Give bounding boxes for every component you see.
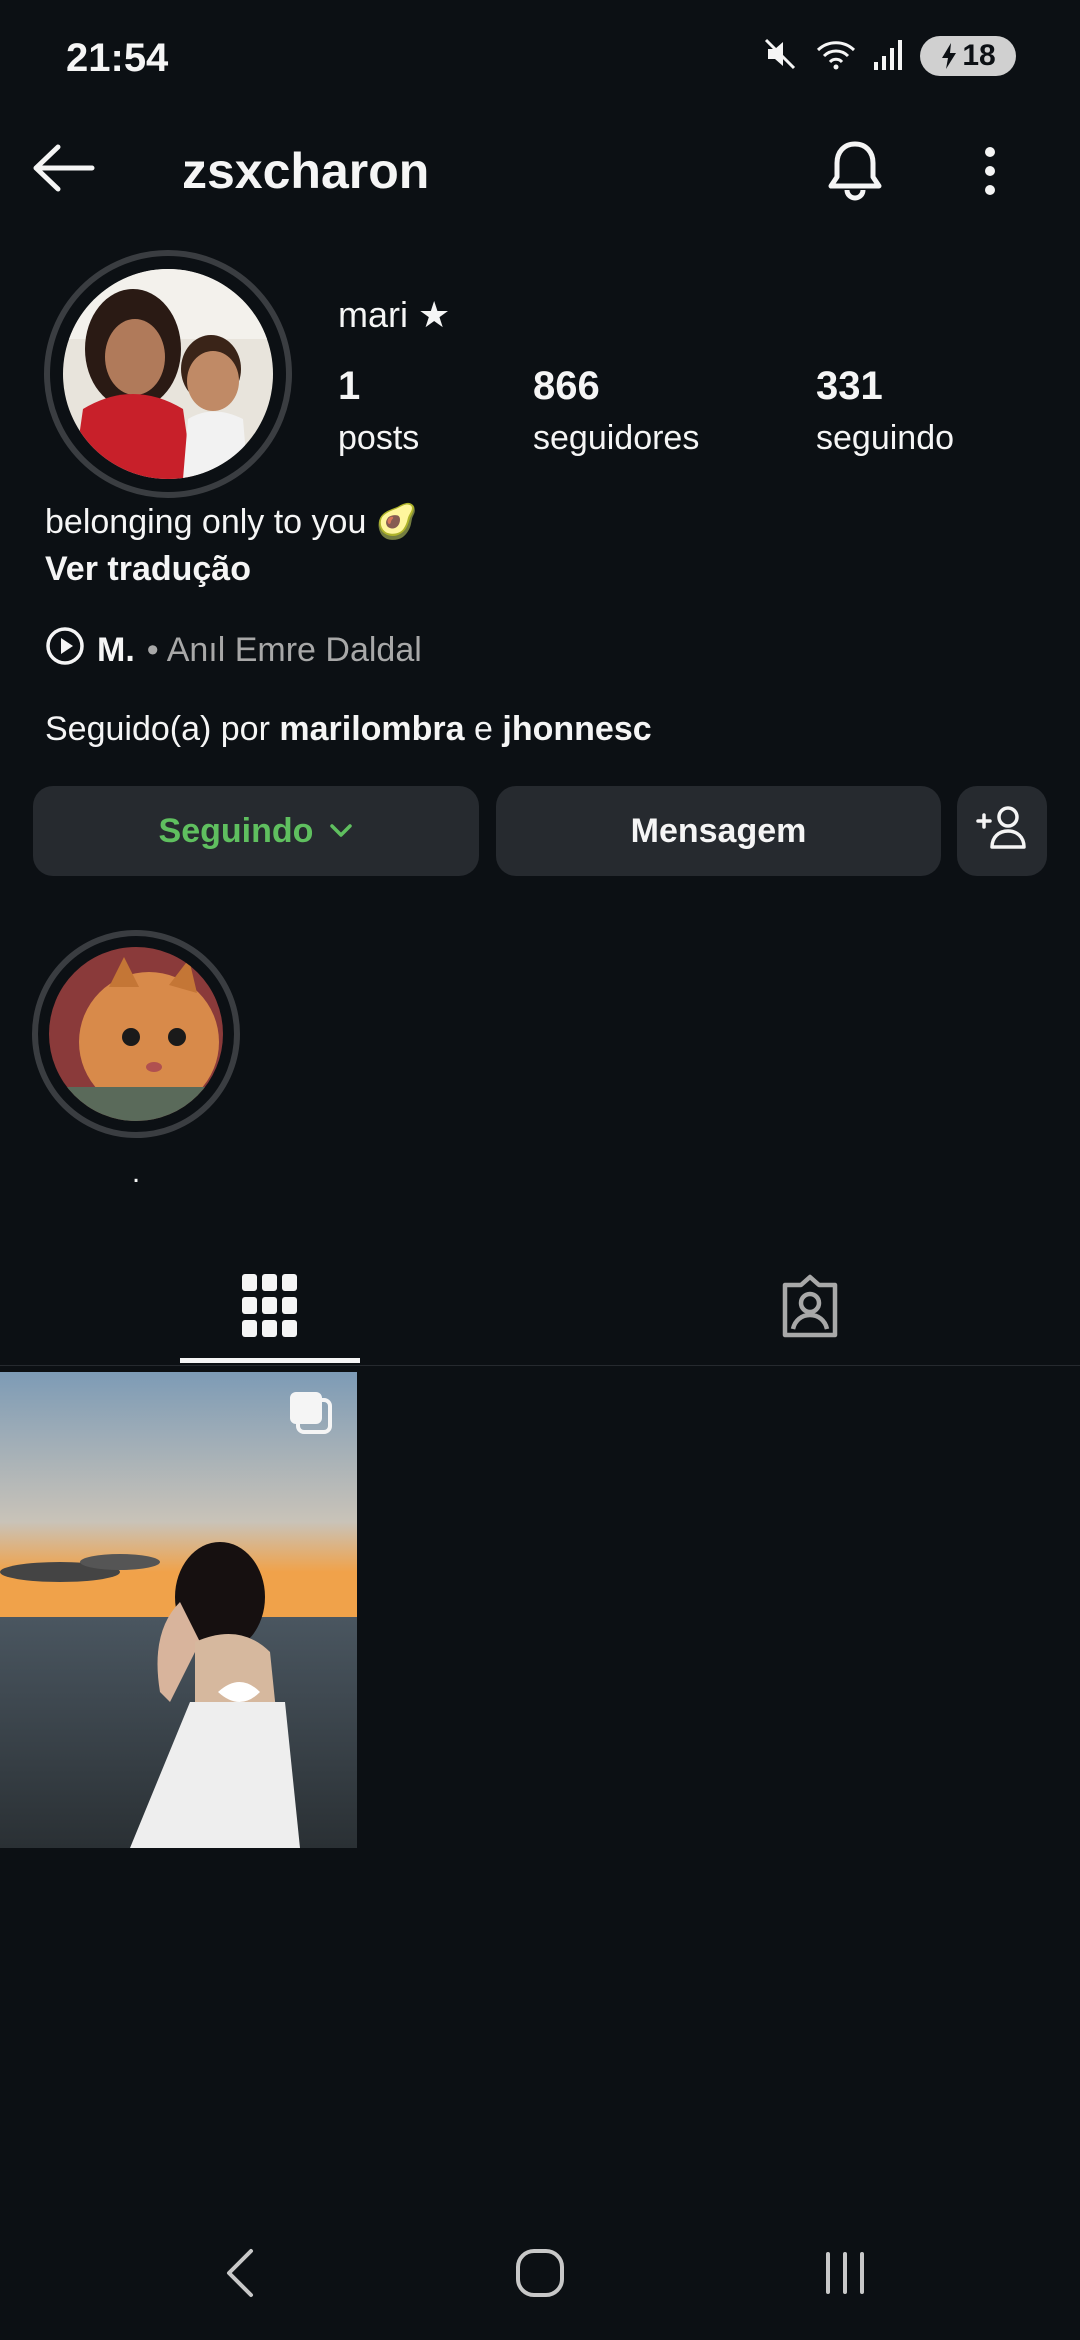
battery-level: 18	[962, 39, 996, 72]
avatar-photo	[63, 269, 273, 479]
stat-followers[interactable]: 866 seguidores	[533, 364, 699, 458]
tab-divider	[0, 1365, 1080, 1366]
followed-by-user1[interactable]: marilombra	[279, 710, 464, 748]
suggested-users-button[interactable]	[957, 786, 1047, 876]
highlight-label: .	[131, 1156, 141, 1189]
battery-charging-icon: 18	[920, 36, 1016, 76]
wifi-icon	[814, 34, 858, 79]
message-label: Mensagem	[630, 811, 807, 850]
stat-following-label: seguindo	[816, 419, 955, 457]
nav-back-button[interactable]	[180, 2240, 300, 2310]
stat-posts[interactable]: 1 posts	[338, 364, 419, 458]
see-translation-link[interactable]: Ver tradução	[45, 550, 251, 589]
multiple-photos-icon	[288, 1390, 336, 1443]
add-user-icon	[976, 805, 1028, 858]
chevron-down-icon	[329, 823, 353, 839]
nav-back-icon	[223, 2247, 257, 2304]
more-options-button[interactable]	[962, 140, 1018, 206]
bell-icon	[825, 138, 885, 209]
post-thumbnail[interactable]	[0, 1372, 357, 1848]
stat-posts-label: posts	[338, 419, 420, 457]
status-icons: 18	[760, 34, 1016, 78]
more-vertical-icon	[984, 146, 996, 201]
stat-following-value: 331	[816, 364, 883, 408]
profile-avatar[interactable]	[44, 250, 292, 498]
nav-home-icon	[515, 2248, 565, 2303]
stat-followers-label: seguidores	[533, 419, 700, 457]
profile-bio: belonging only to you 🥑	[45, 503, 419, 541]
display-name: mari ★	[338, 294, 451, 335]
followed-by-joiner: e	[474, 710, 493, 748]
stat-followers-value: 866	[533, 364, 600, 408]
tab-posts-grid[interactable]	[0, 1250, 540, 1366]
following-label: Seguindo	[158, 811, 314, 850]
stat-posts-value: 1	[338, 364, 361, 408]
signal-icon	[872, 34, 906, 79]
nav-recents-button[interactable]	[785, 2240, 905, 2310]
music-artist: Anıl Emre Daldal	[166, 631, 422, 669]
music-track: M.	[97, 631, 135, 669]
back-button[interactable]	[28, 140, 104, 200]
message-button[interactable]: Mensagem	[496, 786, 941, 876]
followed-by-prefix: Seguido(a) por	[45, 710, 270, 748]
mute-icon	[760, 34, 800, 79]
highlight-cover	[49, 947, 223, 1121]
status-time: 21:54	[66, 36, 169, 80]
nav-home-button[interactable]	[480, 2240, 600, 2310]
grid-icon	[242, 1273, 298, 1343]
notifications-button[interactable]	[820, 138, 890, 208]
profile-music[interactable]: M. • Anıl Emre Daldal	[45, 626, 422, 675]
following-button[interactable]: Seguindo	[33, 786, 479, 876]
tagged-icon	[777, 1273, 843, 1344]
music-separator: •	[146, 631, 159, 669]
tab-tagged[interactable]	[540, 1250, 1080, 1366]
nav-recents-icon	[822, 2250, 868, 2301]
followed-by-user2[interactable]: jhonnesc	[502, 710, 651, 748]
back-arrow-icon	[28, 143, 98, 198]
profile-username: zsxcharon	[182, 143, 430, 199]
stat-following[interactable]: 331 seguindo	[816, 364, 954, 458]
followed-by[interactable]: Seguido(a) por marilombra e jhonnesc	[45, 710, 652, 749]
play-circle-icon	[45, 626, 85, 675]
story-highlight[interactable]	[32, 930, 240, 1138]
active-tab-indicator	[180, 1358, 360, 1363]
